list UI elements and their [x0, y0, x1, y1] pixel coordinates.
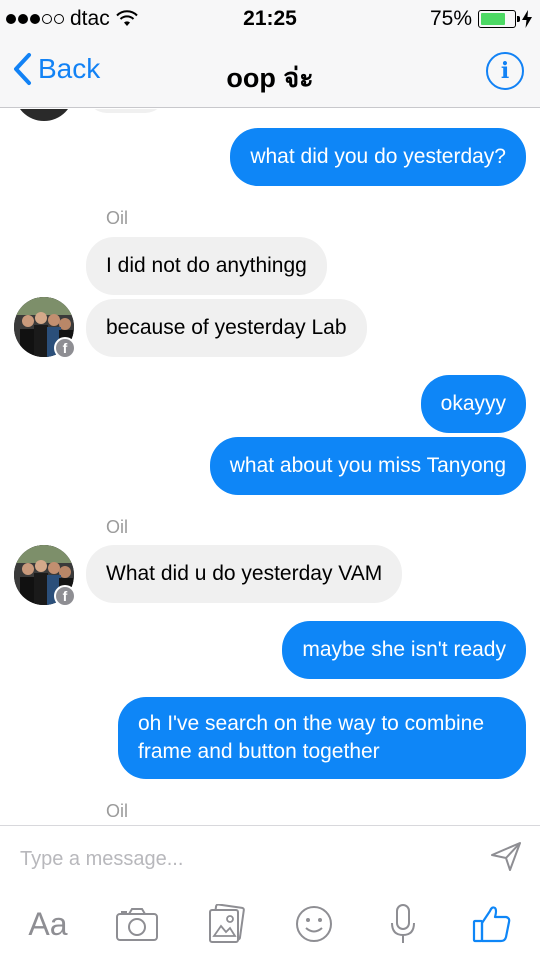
emoji-icon[interactable] [288, 898, 340, 950]
info-icon[interactable]: i [486, 52, 524, 90]
text-format-icon[interactable]: Aa [22, 898, 74, 950]
composer-toolbar: Aa [0, 896, 540, 952]
message-list[interactable]: what did you do yesterday? Oil I did not… [0, 109, 540, 825]
photo-gallery-icon[interactable] [200, 898, 252, 950]
avatar[interactable]: f [14, 545, 76, 607]
message-bubble-incoming[interactable]: What did u do yesterday VAM [86, 545, 403, 603]
chevron-left-icon [14, 53, 31, 85]
battery-status: 75% [430, 7, 532, 31]
message-bubble-outgoing[interactable]: what did you do yesterday? [230, 128, 526, 186]
back-label: Back [38, 53, 101, 84]
avatar [14, 109, 74, 121]
message-bubble-outgoing[interactable]: maybe she isn't ready [282, 621, 526, 679]
message-bubble-outgoing[interactable]: oh I've search on the way to combine fra… [118, 697, 526, 779]
nav-bar: Back oop จ่ะ i [0, 36, 540, 108]
sender-name: Oil [106, 517, 128, 537]
back-button[interactable]: Back [12, 52, 100, 86]
avatar[interactable]: f [14, 297, 76, 359]
sender-name: Oil [106, 801, 128, 821]
message-composer: Aa [0, 825, 540, 960]
battery-icon [478, 10, 520, 28]
send-icon[interactable] [488, 838, 524, 874]
message-bubble-incoming [86, 109, 166, 113]
message-bubble-outgoing[interactable]: what about you miss Tanyong [209, 437, 526, 495]
message-bubble-incoming[interactable]: I did not do anythingg [86, 237, 327, 295]
message-bubble-outgoing[interactable]: okayyy [420, 375, 526, 433]
text-format-label: Aa [28, 905, 68, 942]
facebook-badge-icon: f [54, 337, 76, 359]
microphone-icon[interactable] [377, 898, 429, 950]
charging-bolt-icon [522, 10, 532, 28]
camera-icon[interactable] [111, 898, 163, 950]
like-icon[interactable] [466, 898, 518, 950]
sender-name: Oil [106, 208, 128, 228]
battery-percent: 75% [429, 7, 472, 30]
facebook-badge-icon: f [54, 585, 76, 607]
status-bar: dtac 21:25 75% [0, 0, 540, 36]
message-input[interactable] [20, 844, 460, 874]
message-bubble-incoming[interactable]: because of yesterday Lab [86, 299, 367, 357]
battery-level-fill [481, 13, 505, 25]
